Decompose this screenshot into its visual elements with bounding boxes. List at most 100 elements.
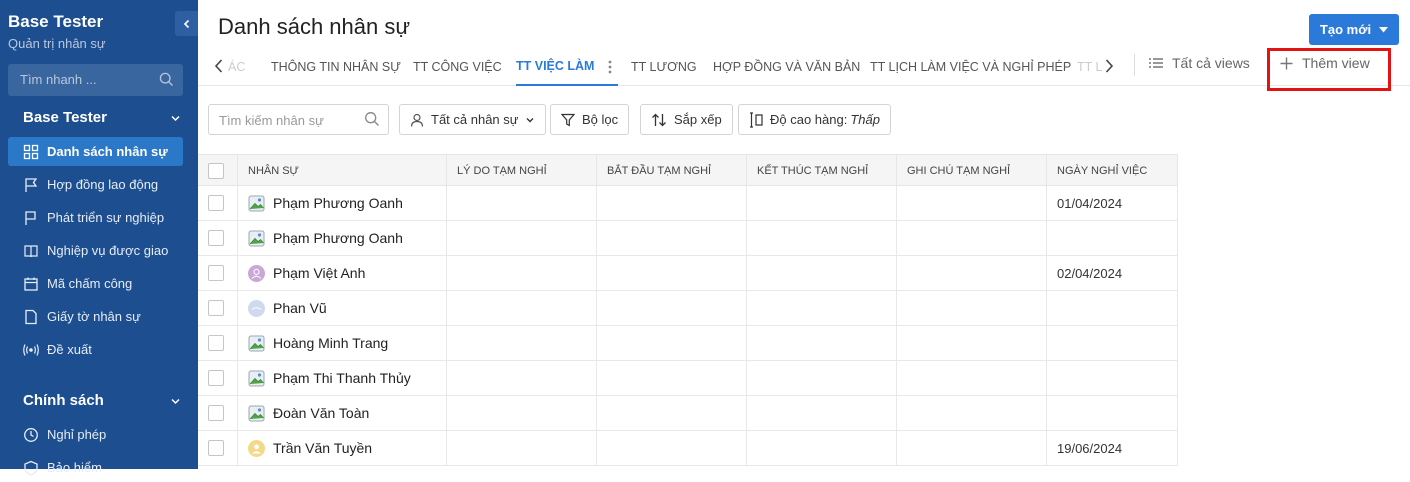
cell-staff[interactable]: Phan Vũ — [238, 291, 447, 325]
cell-staff[interactable]: Phạm Phương Oanh — [238, 186, 447, 220]
cell-note[interactable] — [897, 291, 1047, 325]
sidebar-item-assigned-tasks[interactable]: Nghiệp vụ được giao — [8, 236, 183, 265]
cell-note[interactable] — [897, 256, 1047, 290]
collapse-sidebar-button[interactable] — [175, 11, 198, 36]
cell-start[interactable] — [597, 221, 747, 255]
cell-leave-date[interactable]: 02/04/2024 — [1047, 256, 1178, 290]
cell-end[interactable] — [747, 186, 897, 220]
cell-staff[interactable]: Phạm Thi Thanh Thủy — [238, 361, 447, 395]
create-new-button[interactable]: Tạo mới — [1309, 14, 1399, 45]
staff-name[interactable]: Hoàng Minh Trang — [273, 335, 388, 351]
cell-start[interactable] — [597, 361, 747, 395]
cell-reason[interactable] — [447, 361, 597, 395]
col-staff[interactable]: NHÂN SỰ — [238, 155, 447, 186]
sort-button[interactable]: Sắp xếp — [640, 104, 733, 135]
cell-note[interactable] — [897, 431, 1047, 465]
chevron-right-icon[interactable] — [1102, 58, 1116, 74]
row-checkbox[interactable] — [208, 230, 224, 246]
cell-end[interactable] — [747, 291, 897, 325]
cell-leave-date[interactable] — [1047, 396, 1178, 430]
cell-leave-date[interactable]: 19/06/2024 — [1047, 431, 1178, 465]
staff-name[interactable]: Phạm Phương Oanh — [273, 230, 403, 246]
cell-reason[interactable] — [447, 396, 597, 430]
sidebar-item-labor-contract[interactable]: Hợp đồng lao động — [8, 170, 183, 199]
cell-staff[interactable]: Phạm Phương Oanh — [238, 221, 447, 255]
col-start[interactable]: BẮT ĐẦU TẠM NGHỈ — [597, 155, 747, 186]
cell-start[interactable] — [597, 291, 747, 325]
tab-partial-right[interactable]: TT L — [1077, 48, 1102, 86]
more-vertical-icon[interactable] — [608, 60, 612, 74]
cell-note[interactable] — [897, 396, 1047, 430]
tab-personal-info[interactable]: THÔNG TIN NHÂN SỰ — [271, 48, 401, 86]
row-height-button[interactable]: Độ cao hàng: Thấp — [738, 104, 891, 135]
cell-end[interactable] — [747, 256, 897, 290]
col-note[interactable]: GHI CHÚ TẠM NGHỈ — [897, 155, 1047, 186]
chevron-down-icon[interactable] — [170, 396, 181, 407]
cell-leave-date[interactable] — [1047, 291, 1178, 325]
row-checkbox[interactable] — [208, 265, 224, 281]
cell-staff[interactable]: Phạm Việt Anh — [238, 256, 447, 290]
cell-reason[interactable] — [447, 186, 597, 220]
table-row[interactable]: Trần Văn Tuyền 19/06/2024 — [198, 431, 1178, 466]
cell-end[interactable] — [747, 431, 897, 465]
table-row[interactable]: Phạm Thi Thanh Thủy — [198, 361, 1178, 396]
sidebar-item-insurance[interactable]: Bảo hiểm — [8, 453, 183, 482]
cell-note[interactable] — [897, 221, 1047, 255]
table-row[interactable]: Phan Vũ — [198, 291, 1178, 326]
section-policy[interactable]: Chính sách — [23, 392, 104, 409]
sidebar-item-leave[interactable]: Nghỉ phép — [8, 420, 183, 449]
cell-reason[interactable] — [447, 256, 597, 290]
table-row[interactable]: Phạm Việt Anh 02/04/2024 — [198, 256, 1178, 291]
col-end[interactable]: KẾT THÚC TẠM NGHỈ — [747, 155, 897, 186]
row-checkbox[interactable] — [208, 440, 224, 456]
tab-work-info[interactable]: TT CÔNG VIỆC — [413, 48, 502, 86]
table-row[interactable]: Phạm Phương Oanh — [198, 221, 1178, 256]
sidebar-item-timekeeping-code[interactable]: Mã chấm công — [8, 269, 183, 298]
cell-leave-date[interactable] — [1047, 326, 1178, 360]
all-views-button[interactable]: Tất cả views — [1149, 55, 1250, 71]
tab-employment[interactable]: TT VIỆC LÀM — [516, 48, 619, 86]
tab-contracts[interactable]: HỢP ĐỒNG VÀ VĂN BẢN — [713, 48, 860, 86]
cell-start[interactable] — [597, 256, 747, 290]
col-reason[interactable]: LÝ DO TẠM NGHỈ — [447, 155, 597, 186]
staff-name[interactable]: Phạm Việt Anh — [273, 265, 365, 281]
sidebar-item-proposal[interactable]: Đề xuất — [8, 335, 183, 364]
section-base-tester[interactable]: Base Tester — [23, 109, 107, 126]
cell-leave-date[interactable] — [1047, 361, 1178, 395]
cell-note[interactable] — [897, 361, 1047, 395]
staff-search-input[interactable]: Tìm kiếm nhân sự — [208, 104, 389, 135]
chevron-left-icon[interactable] — [212, 58, 226, 74]
filter-button[interactable]: Bộ lọc — [550, 104, 630, 135]
sidebar-item-career[interactable]: Phát triển sự nghiệp — [8, 203, 183, 232]
table-row[interactable]: Đoàn Văn Toàn — [198, 396, 1178, 431]
row-checkbox[interactable] — [208, 195, 224, 211]
staff-name[interactable]: Đoàn Văn Toàn — [273, 405, 369, 421]
table-row[interactable]: Phạm Phương Oanh 01/04/2024 — [198, 186, 1178, 221]
cell-note[interactable] — [897, 326, 1047, 360]
tab-partial-left[interactable]: ÁC — [228, 48, 245, 86]
cell-reason[interactable] — [447, 291, 597, 325]
cell-end[interactable] — [747, 361, 897, 395]
select-all-checkbox[interactable] — [208, 162, 224, 179]
staff-name[interactable]: Trần Văn Tuyền — [273, 440, 372, 456]
sidebar-item-staff-list[interactable]: Danh sách nhân sự — [8, 137, 183, 166]
quick-search-input[interactable]: Tìm nhanh ... — [8, 64, 183, 96]
staff-name[interactable]: Phạm Phương Oanh — [273, 195, 403, 211]
cell-staff[interactable]: Đoàn Văn Toàn — [238, 396, 447, 430]
cell-start[interactable] — [597, 326, 747, 360]
cell-reason[interactable] — [447, 326, 597, 360]
staff-name[interactable]: Phạm Thi Thanh Thủy — [273, 370, 411, 386]
cell-end[interactable] — [747, 221, 897, 255]
cell-reason[interactable] — [447, 431, 597, 465]
col-leave-date[interactable]: NGÀY NGHỈ VIỆC — [1047, 155, 1178, 186]
tab-salary[interactable]: TT LƯƠNG — [631, 48, 697, 86]
staff-name[interactable]: Phan Vũ — [273, 300, 327, 316]
cell-start[interactable] — [597, 431, 747, 465]
row-checkbox[interactable] — [208, 405, 224, 421]
cell-start[interactable] — [597, 186, 747, 220]
sidebar-item-staff-documents[interactable]: Giấy tờ nhân sự — [8, 302, 183, 331]
cell-staff[interactable]: Hoàng Minh Trang — [238, 326, 447, 360]
table-row[interactable]: Hoàng Minh Trang — [198, 326, 1178, 361]
cell-leave-date[interactable] — [1047, 221, 1178, 255]
row-checkbox[interactable] — [208, 370, 224, 386]
